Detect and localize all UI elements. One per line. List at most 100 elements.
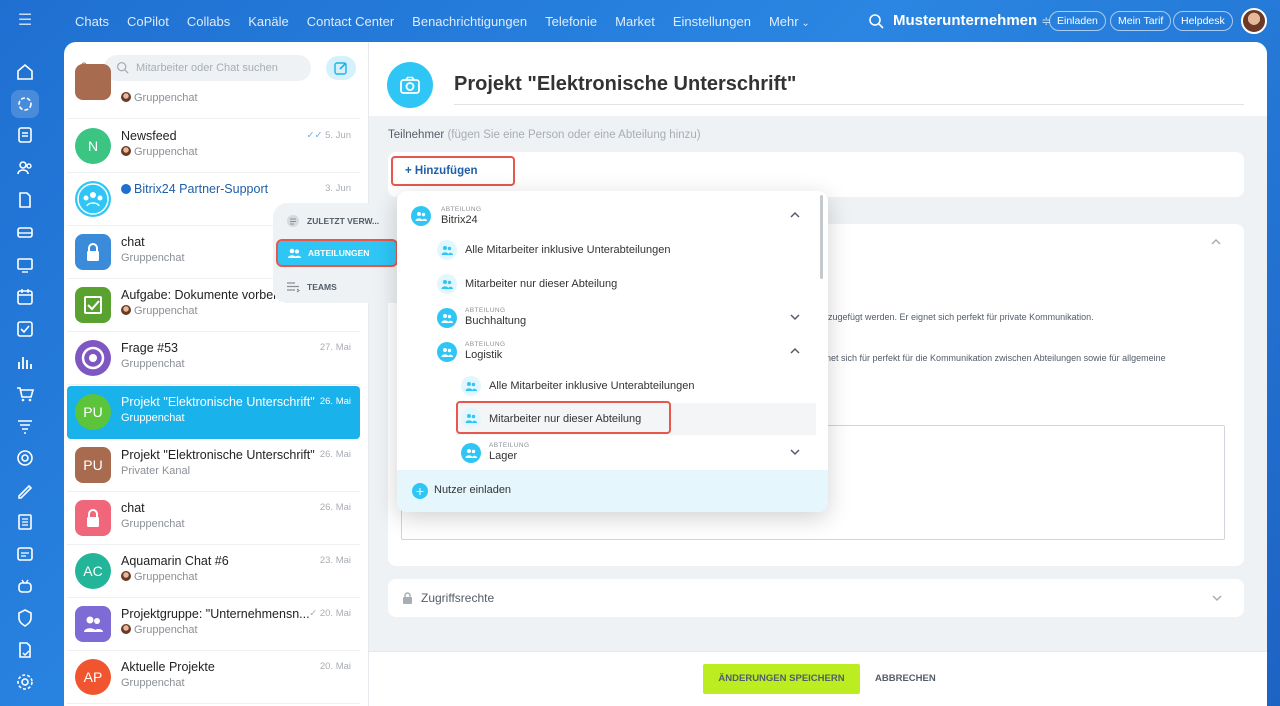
board-icon[interactable]: [15, 255, 35, 275]
chevron-down-icon[interactable]: [789, 446, 801, 458]
invite-users-bar[interactable]: + Nutzer einladen: [397, 470, 828, 512]
chat-list-panel: Mitarbeiter oder Chat suchen Gruppenchat…: [64, 42, 369, 706]
access-rights-section[interactable]: Zugriffsrechte: [388, 579, 1244, 617]
chat-avatar: [75, 64, 111, 100]
chat-search-input[interactable]: Mitarbeiter oder Chat suchen: [104, 55, 311, 81]
department-icon: [437, 240, 457, 260]
list-item[interactable]: AC Aquamarin Chat #6 Gruppenchat 23. Mai: [67, 545, 360, 598]
shop-icon[interactable]: [15, 384, 35, 404]
list-item[interactable]: Gruppenchat: [67, 64, 360, 119]
list-item[interactable]: PU Projekt "Elektronische Unterschrift" …: [67, 439, 360, 492]
chat-name: Bitrix24 Partner-Support: [121, 182, 311, 196]
chat-name: Frage #53: [121, 341, 178, 355]
save-button[interactable]: ÄNDERUNGEN SPEICHERN: [703, 664, 860, 694]
nav-benachrichtigungen[interactable]: Benachrichtigungen: [412, 14, 527, 29]
copilot-icon[interactable]: [11, 90, 39, 118]
department-name: Bitrix24: [441, 214, 478, 226]
add-participant-button[interactable]: + Hinzufügen: [391, 156, 515, 186]
nav-telefonie[interactable]: Telefonie: [545, 14, 597, 29]
invite-button[interactable]: Einladen: [1049, 11, 1106, 31]
avatar-upload-button[interactable]: [387, 62, 433, 108]
nav-contact-center[interactable]: Contact Center: [307, 14, 394, 29]
menu-icon[interactable]: ☰: [15, 12, 35, 30]
new-chat-button[interactable]: [326, 56, 356, 80]
analytics-icon[interactable]: [15, 352, 35, 372]
chat-name: Newsfeed: [121, 129, 177, 143]
chat-title[interactable]: Projekt "Elektronische Unterschrift": [454, 73, 796, 96]
chevron-down-icon[interactable]: [789, 311, 801, 323]
nav-copilot[interactable]: CoPilot: [127, 14, 169, 29]
department-bitrix24[interactable]: ABTEILUNG Bitrix24: [397, 201, 817, 231]
list-item[interactable]: Projektgruppe: "Unternehmensn... Gruppen…: [67, 598, 360, 651]
chat-name: Aktuelle Projekte: [121, 660, 215, 674]
option-all-employees-logistik[interactable]: Alle Mitarbeiter inklusive Unterabteilun…: [397, 371, 817, 401]
chevron-up-icon[interactable]: [789, 345, 801, 357]
nav-einstellungen[interactable]: Einstellungen: [673, 14, 751, 29]
search-icon[interactable]: [868, 13, 884, 29]
department-logistik[interactable]: ABTEILUNG Logistik: [397, 337, 817, 367]
target-icon[interactable]: [15, 448, 35, 468]
selector-tabs: ZULETZT VERW... ABTEILUNGEN TEAMS: [273, 203, 401, 303]
tasks-icon[interactable]: [15, 319, 35, 339]
plan-button[interactable]: Mein Tarif: [1110, 11, 1172, 31]
teams-icon: [287, 282, 300, 293]
company-name[interactable]: Musterunternehmen ≑: [893, 12, 1051, 29]
feed-icon[interactable]: [15, 125, 35, 145]
nav-collabs[interactable]: Collabs: [187, 14, 230, 29]
helpdesk-button[interactable]: Helpdesk: [1173, 11, 1233, 31]
drive-icon[interactable]: [15, 222, 35, 242]
tab-departments[interactable]: ABTEILUNGEN: [276, 239, 398, 267]
user-avatar[interactable]: [1241, 8, 1267, 34]
tab-teams[interactable]: TEAMS: [277, 273, 395, 301]
nav-mehr[interactable]: Mehr: [769, 14, 810, 29]
chat-date: ✓✓ 5. Jun: [306, 130, 351, 141]
department-caption: ABTEILUNG: [465, 341, 506, 348]
documents-icon[interactable]: [15, 190, 35, 210]
list-item[interactable]: chat Gruppenchat 26. Mai: [67, 492, 360, 545]
channel-type-description: gnet sich für perfekt für die Kommunikat…: [821, 353, 1166, 363]
chat-name: Aquamarin Chat #6: [121, 554, 229, 568]
settings-icon[interactable]: [15, 672, 35, 692]
filter-icon[interactable]: [15, 416, 35, 436]
chat-subtitle: Gruppenchat: [121, 92, 198, 104]
option-all-employees[interactable]: Alle Mitarbeiter inklusive Unterabteilun…: [397, 235, 817, 265]
option-only-department[interactable]: Mitarbeiter nur dieser Abteilung: [397, 269, 817, 299]
department-lager[interactable]: ABTEILUNG Lager: [397, 439, 817, 469]
building-icon[interactable]: [15, 512, 35, 532]
chevron-up-icon[interactable]: [789, 209, 801, 221]
list-item[interactable]: AP Aktuelle Projekte Gruppenchat 20. Mai: [67, 651, 360, 704]
popup-scrollbar[interactable]: [820, 195, 823, 279]
nav-kanaele[interactable]: Kanäle: [248, 14, 288, 29]
chat-subtitle: Privater Kanal: [121, 465, 191, 477]
chevron-up-icon[interactable]: [1209, 235, 1223, 249]
cancel-button[interactable]: ABBRECHEN: [875, 664, 936, 694]
sign-icon[interactable]: [15, 480, 35, 500]
tab-recent[interactable]: ZULETZT VERW...: [277, 207, 395, 235]
department-icon: [461, 376, 481, 396]
chevron-down-icon: [1212, 595, 1222, 602]
chat-subtitle: Gruppenchat: [121, 624, 198, 636]
chat-subtitle: Gruppenchat: [121, 146, 198, 158]
bot-icon[interactable]: [15, 576, 35, 596]
chat-avatar: AC: [75, 553, 111, 589]
contacts-icon[interactable]: [15, 158, 35, 178]
chat-avatar: AP: [75, 659, 111, 695]
chat-name: Projekt "Elektronische Unterschrift": [121, 448, 315, 462]
task-chat-icon: [75, 287, 111, 323]
department-buchhaltung[interactable]: ABTEILUNG Buchhaltung: [397, 303, 817, 333]
list-item-selected[interactable]: PU Projekt "Elektronische Unterschrift" …: [67, 386, 360, 439]
card-icon[interactable]: [15, 544, 35, 564]
chat-date: 27. Mai: [319, 342, 351, 353]
lock-chat-icon: [75, 234, 111, 270]
list-item[interactable]: Frage #53 Gruppenchat 27. Mai: [67, 332, 360, 385]
recent-icon: [287, 215, 299, 227]
department-icon: [461, 443, 481, 463]
shield-icon[interactable]: [15, 608, 35, 628]
report-icon[interactable]: [15, 640, 35, 660]
nav-market[interactable]: Market: [615, 14, 655, 29]
nav-chats[interactable]: Chats: [75, 14, 109, 29]
calendar-icon[interactable]: [15, 287, 35, 307]
home-icon[interactable]: [15, 62, 35, 82]
department-caption: ABTEILUNG: [465, 307, 506, 314]
list-item[interactable]: N Newsfeed Gruppenchat ✓✓ 5. Jun: [67, 120, 360, 173]
